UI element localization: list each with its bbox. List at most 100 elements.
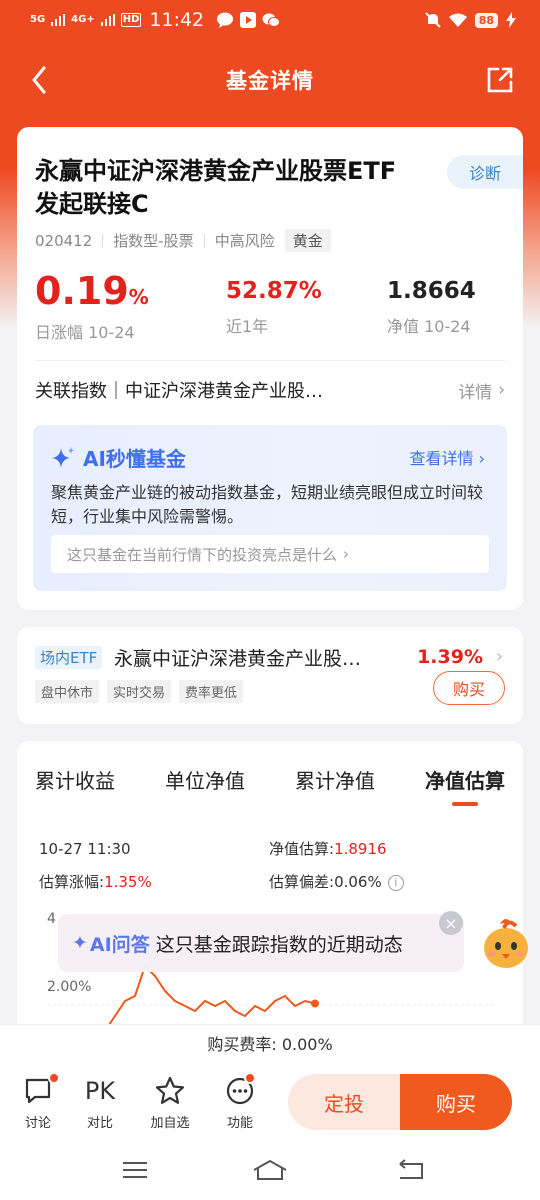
- mascot-icon[interactable]: [478, 914, 534, 972]
- signal-icon-2: [100, 14, 115, 26]
- estimate-change-value: 1.35%: [104, 873, 152, 891]
- deviation-label: 估算偏差:: [269, 873, 335, 891]
- discuss-label: 讨论: [24, 1116, 51, 1131]
- etf-name: 永赢中证沪深港黄金产业股…: [114, 648, 362, 670]
- related-index-label: 关联指数｜中证沪深港黄金产业股…: [35, 381, 323, 402]
- etf-tag-item: 盘中休市: [35, 680, 100, 703]
- auto-invest-button[interactable]: 定投: [288, 1074, 400, 1130]
- related-index-detail: 详情: [458, 382, 493, 403]
- daily-change-stat: 0.19% 日涨幅 10-24: [35, 269, 149, 343]
- year-return-label: 近1年: [226, 317, 269, 336]
- nav-label: 净值 10-24: [387, 317, 471, 336]
- tab-unit-nav[interactable]: 单位净值: [165, 765, 245, 806]
- nav-estimate-label: 净值估算:: [269, 840, 335, 858]
- status-bar: 5G 4G+ HD 11:42 88: [0, 0, 540, 40]
- star-icon: [155, 1076, 185, 1104]
- chart-card: 累计收益 单位净值 累计净值 净值估算 10-27 11:30 净值估算:1.8…: [17, 741, 523, 1061]
- wifi-icon: [448, 13, 467, 27]
- fund-name: 永赢中证沪深港黄金产业股票ETF发起联接C: [35, 157, 397, 218]
- estimate-time: 10-27 11:30: [39, 839, 131, 858]
- home-icon[interactable]: [252, 1158, 288, 1182]
- wechat-icon: [262, 13, 281, 27]
- chevron-right-icon: ›: [343, 545, 350, 563]
- discuss-button[interactable]: 讨论: [8, 1072, 68, 1131]
- network-4g: 4G+: [71, 14, 95, 25]
- nav-stat: 1.8664 净值 10-24: [387, 269, 476, 337]
- battery-icon: 88: [474, 12, 498, 28]
- fund-summary-card: 永赢中证沪深港黄金产业股票ETF发起联接C 诊断 020412 指数型-股票 中…: [17, 127, 523, 610]
- ai-ask-bubble[interactable]: ✦ AI问答 这只基金跟踪指数的近期动态: [58, 914, 464, 972]
- share-icon[interactable]: [484, 64, 516, 96]
- ai-summary-title: AI秒懂基金: [83, 447, 186, 471]
- back-icon[interactable]: [26, 62, 56, 98]
- fund-risk: 中高风险: [214, 232, 275, 250]
- fund-theme-tag: 黄金: [284, 229, 331, 252]
- fund-type: 指数型-股票: [113, 232, 194, 250]
- pk-icon: PK: [84, 1077, 116, 1105]
- estimate-change-label: 估算涨幅:: [39, 873, 105, 891]
- ai-summary-box: AI秒懂基金 查看详情 › 聚焦黄金产业链的被动指数基金，短期业绩亮眼但成立时间…: [33, 425, 507, 591]
- functions-label: 功能: [226, 1116, 253, 1131]
- ai-ask-text: 这只基金跟踪指数的近期动态: [155, 933, 403, 956]
- tab-cumulative-nav[interactable]: 累计净值: [295, 765, 375, 806]
- ai-suggested-question[interactable]: 这只基金在当前行情下的投资亮点是什么 ›: [51, 535, 489, 573]
- hd-icon: HD: [120, 13, 142, 27]
- clock: 11:42: [149, 9, 205, 31]
- ai-summary-text: 聚焦黄金产业链的被动指数基金，短期业绩亮眼但成立时间较短，行业集中风险需警惕。: [51, 483, 484, 526]
- divider: [35, 360, 505, 361]
- close-icon[interactable]: ×: [439, 911, 463, 935]
- charging-icon: [506, 12, 516, 28]
- daily-change-label: 日涨幅 10-24: [35, 323, 135, 342]
- nav-estimate-value: 1.8916: [334, 840, 387, 858]
- nav-bar: 基金详情: [0, 52, 540, 108]
- add-watchlist-button[interactable]: 加自选: [140, 1074, 200, 1131]
- y-tick-label: 4: [47, 911, 56, 927]
- mute-icon: [424, 12, 441, 28]
- year-return-value: 52.87%: [226, 278, 322, 304]
- y-tick-label: 2.00%: [47, 979, 91, 995]
- estimate-series-line: [104, 964, 316, 1032]
- compare-button[interactable]: PK 对比: [70, 1074, 130, 1131]
- page-title: 基金详情: [226, 69, 314, 93]
- chart-tabs: 累计收益 单位净值 累计净值 净值估算: [35, 765, 505, 806]
- system-nav-bar: [0, 1140, 540, 1200]
- estimate-info: 10-27 11:30 净值估算:1.8916 估算涨幅:1.35% 估算偏差:…: [39, 832, 499, 898]
- network-5g: 5G: [30, 14, 46, 25]
- buy-button[interactable]: 购买: [400, 1074, 512, 1130]
- ai-ask-tag: AI问答: [89, 933, 150, 956]
- menu-icon[interactable]: [120, 1158, 150, 1182]
- etf-card[interactable]: 场内ETF 永赢中证沪深港黄金产业股… 1.39% › 盘中休市 实时交易 费率…: [17, 627, 523, 724]
- etf-tag: 场内ETF: [35, 646, 103, 669]
- video-icon: [240, 12, 257, 28]
- purchase-fee: 购买费率: 0.00%: [0, 1024, 540, 1066]
- etf-tag-item: 费率更低: [179, 680, 244, 703]
- etf-tag-item: 实时交易: [107, 680, 172, 703]
- etf-tags: 盘中休市 实时交易 费率更低: [35, 680, 244, 703]
- latest-point: [311, 999, 319, 1008]
- related-index-row[interactable]: 关联指数｜中证沪深港黄金产业股… 详情 ›: [35, 373, 505, 407]
- fund-meta: 020412 指数型-股票 中高风险 黄金: [35, 229, 331, 252]
- year-return-stat: 52.87% 近1年: [226, 269, 322, 337]
- tab-nav-estimate[interactable]: 净值估算: [425, 765, 505, 806]
- daily-change-unit: %: [128, 285, 149, 309]
- etf-buy-button[interactable]: 购买: [433, 671, 505, 705]
- deviation-value: 0.06%: [334, 873, 382, 891]
- diagnose-button[interactable]: 诊断: [447, 155, 523, 189]
- chevron-right-icon: ›: [498, 380, 505, 400]
- functions-button[interactable]: 功能: [210, 1072, 270, 1131]
- compare-label: 对比: [86, 1116, 113, 1131]
- daily-change-value: 0.19: [35, 269, 129, 313]
- fund-code: 020412: [35, 231, 93, 250]
- signal-icon: [51, 14, 66, 26]
- ai-view-detail-link[interactable]: 查看详情 ›: [410, 445, 486, 469]
- sparkle-icon: ✦: [72, 932, 88, 954]
- add-watchlist-label: 加自选: [150, 1116, 190, 1131]
- message-icon: [217, 12, 234, 28]
- sparkle-icon: [52, 446, 74, 468]
- back-nav-icon[interactable]: [396, 1158, 426, 1182]
- chevron-right-icon: ›: [495, 646, 503, 667]
- info-icon[interactable]: i: [387, 874, 404, 891]
- tab-cumulative-return[interactable]: 累计收益: [35, 765, 115, 806]
- bottom-action-bar: 讨论 PK 对比 加自选 功能 定投 购买: [0, 1066, 540, 1140]
- etf-change: 1.39%: [417, 646, 483, 668]
